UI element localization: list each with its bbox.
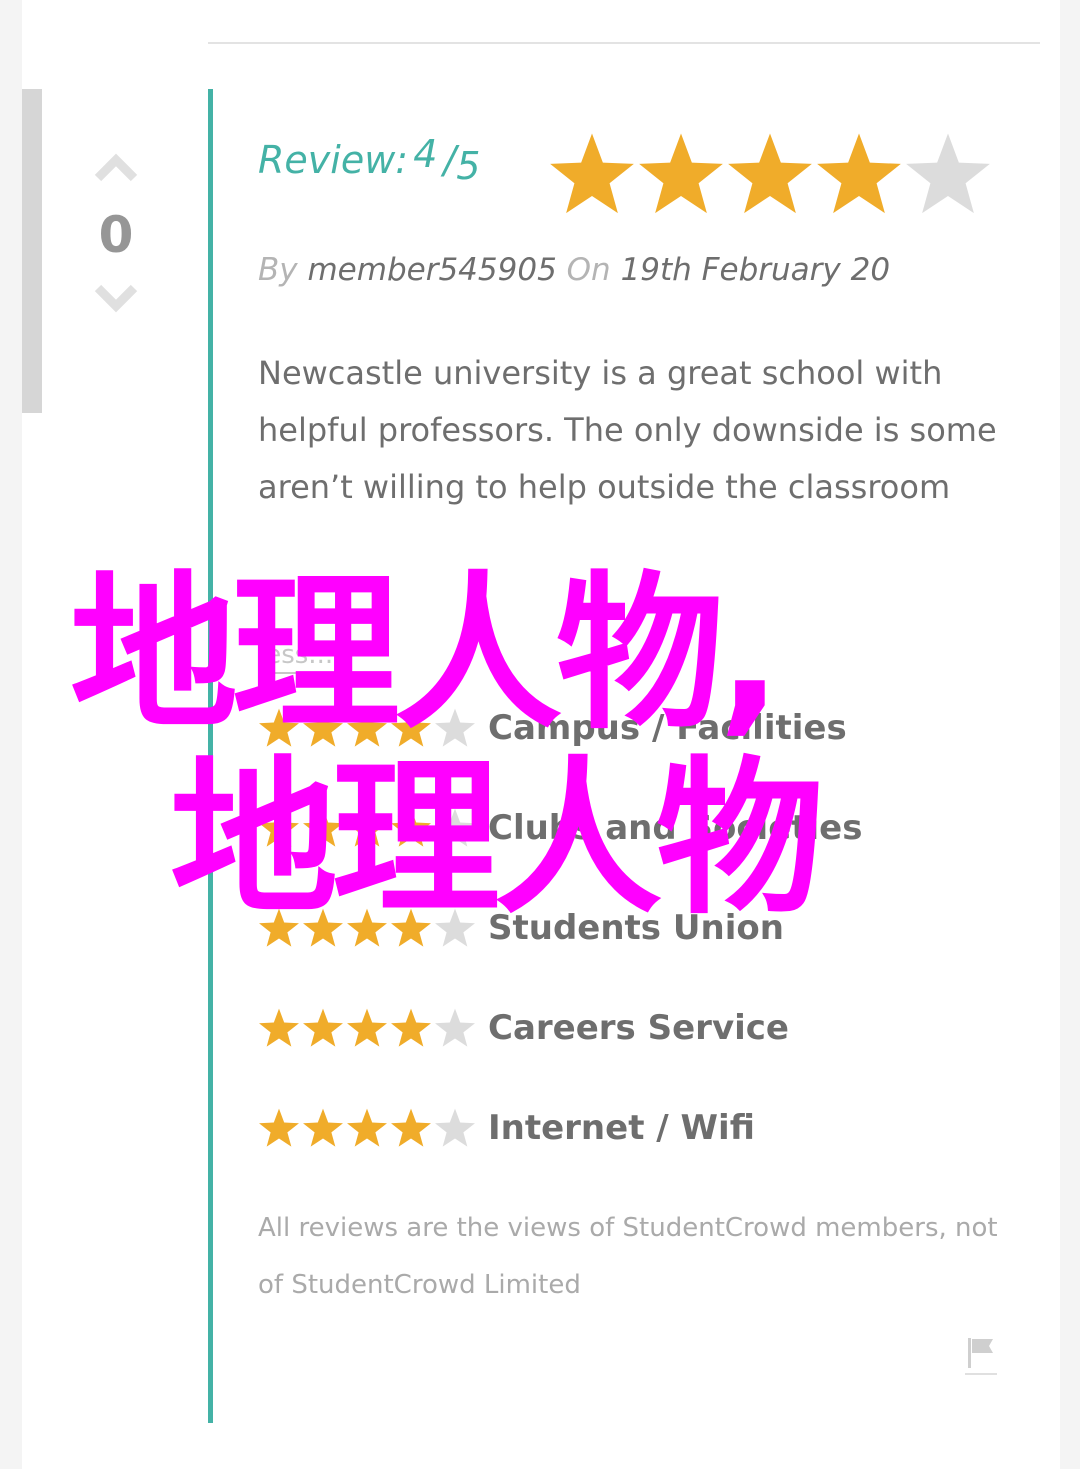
review-accent-rule bbox=[208, 89, 213, 1423]
review-label: Review: bbox=[258, 138, 409, 182]
category-label: Clubs and Societies bbox=[488, 808, 863, 848]
star-filled-icon bbox=[347, 1008, 387, 1047]
star-empty-icon bbox=[435, 1108, 475, 1147]
star-filled-icon bbox=[347, 808, 387, 847]
star-filled-icon bbox=[347, 708, 387, 747]
category-stars bbox=[258, 807, 476, 849]
star-filled-icon bbox=[391, 708, 431, 747]
overall-rating-stars bbox=[548, 130, 992, 222]
star-filled-icon bbox=[728, 133, 812, 214]
flag-icon[interactable] bbox=[965, 1335, 997, 1377]
score-max: 5 bbox=[456, 144, 481, 188]
star-filled-icon bbox=[391, 808, 431, 847]
chevron-up-icon[interactable] bbox=[94, 150, 138, 182]
star-filled-icon bbox=[259, 808, 299, 847]
category-label: Campus / Facilities bbox=[488, 708, 847, 748]
star-filled-icon bbox=[259, 1108, 299, 1147]
vote-side-bar bbox=[22, 89, 42, 413]
category-label: Internet / Wifi bbox=[488, 1108, 755, 1148]
star-filled-icon bbox=[550, 133, 634, 214]
star-empty-icon bbox=[435, 808, 475, 847]
category-stars bbox=[258, 907, 476, 949]
category-row: Internet / Wifi bbox=[258, 1106, 755, 1150]
star-filled-icon bbox=[391, 1008, 431, 1047]
category-stars bbox=[258, 1107, 476, 1149]
by-label: By bbox=[258, 252, 298, 288]
category-stars bbox=[258, 707, 476, 749]
star-filled-icon bbox=[817, 133, 901, 214]
star-filled-icon bbox=[347, 908, 387, 947]
on-label: On bbox=[566, 252, 611, 288]
review-byline: By member545905 On 19th February 20 bbox=[258, 252, 890, 288]
star-filled-icon bbox=[303, 908, 343, 947]
category-label: Students Union bbox=[488, 908, 784, 948]
review-score: 4/5 bbox=[413, 132, 480, 188]
star-filled-icon bbox=[391, 1108, 431, 1147]
star-filled-icon bbox=[303, 1008, 343, 1047]
category-stars bbox=[258, 1007, 476, 1049]
star-filled-icon bbox=[347, 1108, 387, 1147]
author-name[interactable]: member545905 bbox=[307, 252, 556, 288]
category-label: Careers Service bbox=[488, 1008, 789, 1048]
category-row: Clubs and Societies bbox=[258, 806, 862, 850]
chevron-down-icon[interactable] bbox=[94, 284, 138, 316]
star-empty-icon bbox=[435, 1008, 475, 1047]
review-header: Review: 4/5 bbox=[258, 132, 480, 188]
star-filled-icon bbox=[303, 708, 343, 747]
vote-count: 0 bbox=[98, 206, 134, 264]
star-filled-icon bbox=[303, 808, 343, 847]
score-value: 4 bbox=[413, 132, 438, 176]
top-divider bbox=[208, 42, 1040, 44]
review-date: 19th February 20 bbox=[620, 252, 891, 288]
less-link[interactable]: less... bbox=[258, 640, 334, 674]
star-filled-icon bbox=[391, 908, 431, 947]
star-filled-icon bbox=[259, 708, 299, 747]
star-empty-icon bbox=[435, 708, 475, 747]
star-filled-icon bbox=[259, 908, 299, 947]
star-filled-icon bbox=[303, 1108, 343, 1147]
star-filled-icon bbox=[639, 133, 723, 214]
category-row: Students Union bbox=[258, 906, 784, 950]
category-row: Careers Service bbox=[258, 1006, 789, 1050]
vote-widget: 0 bbox=[80, 150, 152, 316]
star-empty-icon bbox=[906, 133, 990, 214]
category-row: Campus / Facilities bbox=[258, 706, 847, 750]
review-body: Newcastle university is a great school w… bbox=[258, 354, 997, 506]
disclaimer-text: All reviews are the views of StudentCrow… bbox=[258, 1213, 998, 1300]
score-slash: / bbox=[443, 138, 457, 182]
star-empty-icon bbox=[435, 908, 475, 947]
star-filled-icon bbox=[259, 1008, 299, 1047]
